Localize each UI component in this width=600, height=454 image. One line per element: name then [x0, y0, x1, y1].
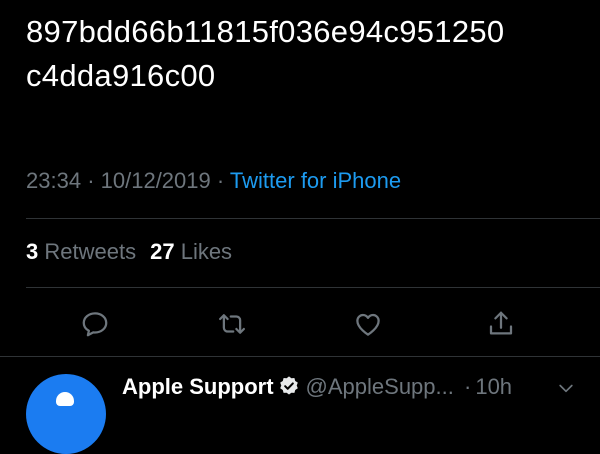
tweet-actions [0, 304, 600, 344]
retweets-label: Retweets [44, 239, 137, 264]
tweet-text-line-1: 897bdd66b11815f036e94c951250 [26, 14, 505, 49]
reply-header: Apple Support @AppleSupp... · 10h [122, 372, 512, 402]
share-icon [489, 311, 513, 335]
retweet-icon [219, 314, 245, 334]
reply-author-handle[interactable]: @AppleSupp... [306, 374, 454, 399]
retweet-button[interactable] [212, 304, 252, 344]
tweet-meta: 23:34 · 10/12/2019 · Twitter for iPhone [26, 166, 401, 196]
divider [26, 287, 600, 288]
likes-count: 27 [150, 239, 175, 264]
divider [26, 218, 600, 219]
tweet-date: 10/12/2019 [100, 168, 211, 193]
tweet-time: 23:34 [26, 168, 82, 193]
reply-icon [82, 312, 108, 337]
like-button[interactable] [348, 304, 388, 344]
divider [0, 356, 600, 357]
share-button[interactable] [481, 304, 521, 344]
apple-logo-icon [56, 392, 74, 406]
verified-badge-icon [279, 376, 298, 395]
retweets-stat[interactable]: 3 Retweets [26, 239, 136, 264]
tweet-text: 897bdd66b11815f036e94c951250 c4dda916c00 [26, 10, 586, 98]
tweet-stats: 3 Retweets 27 Likes [26, 237, 232, 267]
avatar[interactable] [26, 374, 106, 454]
reply-age: 10h [475, 374, 513, 399]
tweet-text-line-2: c4dda916c00 [26, 58, 216, 93]
retweets-count: 3 [26, 239, 39, 264]
likes-stat[interactable]: 27 Likes [150, 239, 232, 264]
likes-label: Likes [180, 239, 233, 264]
chevron-down-icon[interactable] [556, 378, 576, 398]
reply-author-name[interactable]: Apple Support [122, 374, 274, 399]
meta-separator: · [87, 168, 95, 193]
like-icon [356, 313, 380, 336]
reply-separator: · [464, 374, 472, 399]
meta-separator: · [216, 168, 225, 193]
tweet-source-link[interactable]: Twitter for iPhone [230, 168, 401, 193]
reply-button[interactable] [75, 304, 115, 344]
